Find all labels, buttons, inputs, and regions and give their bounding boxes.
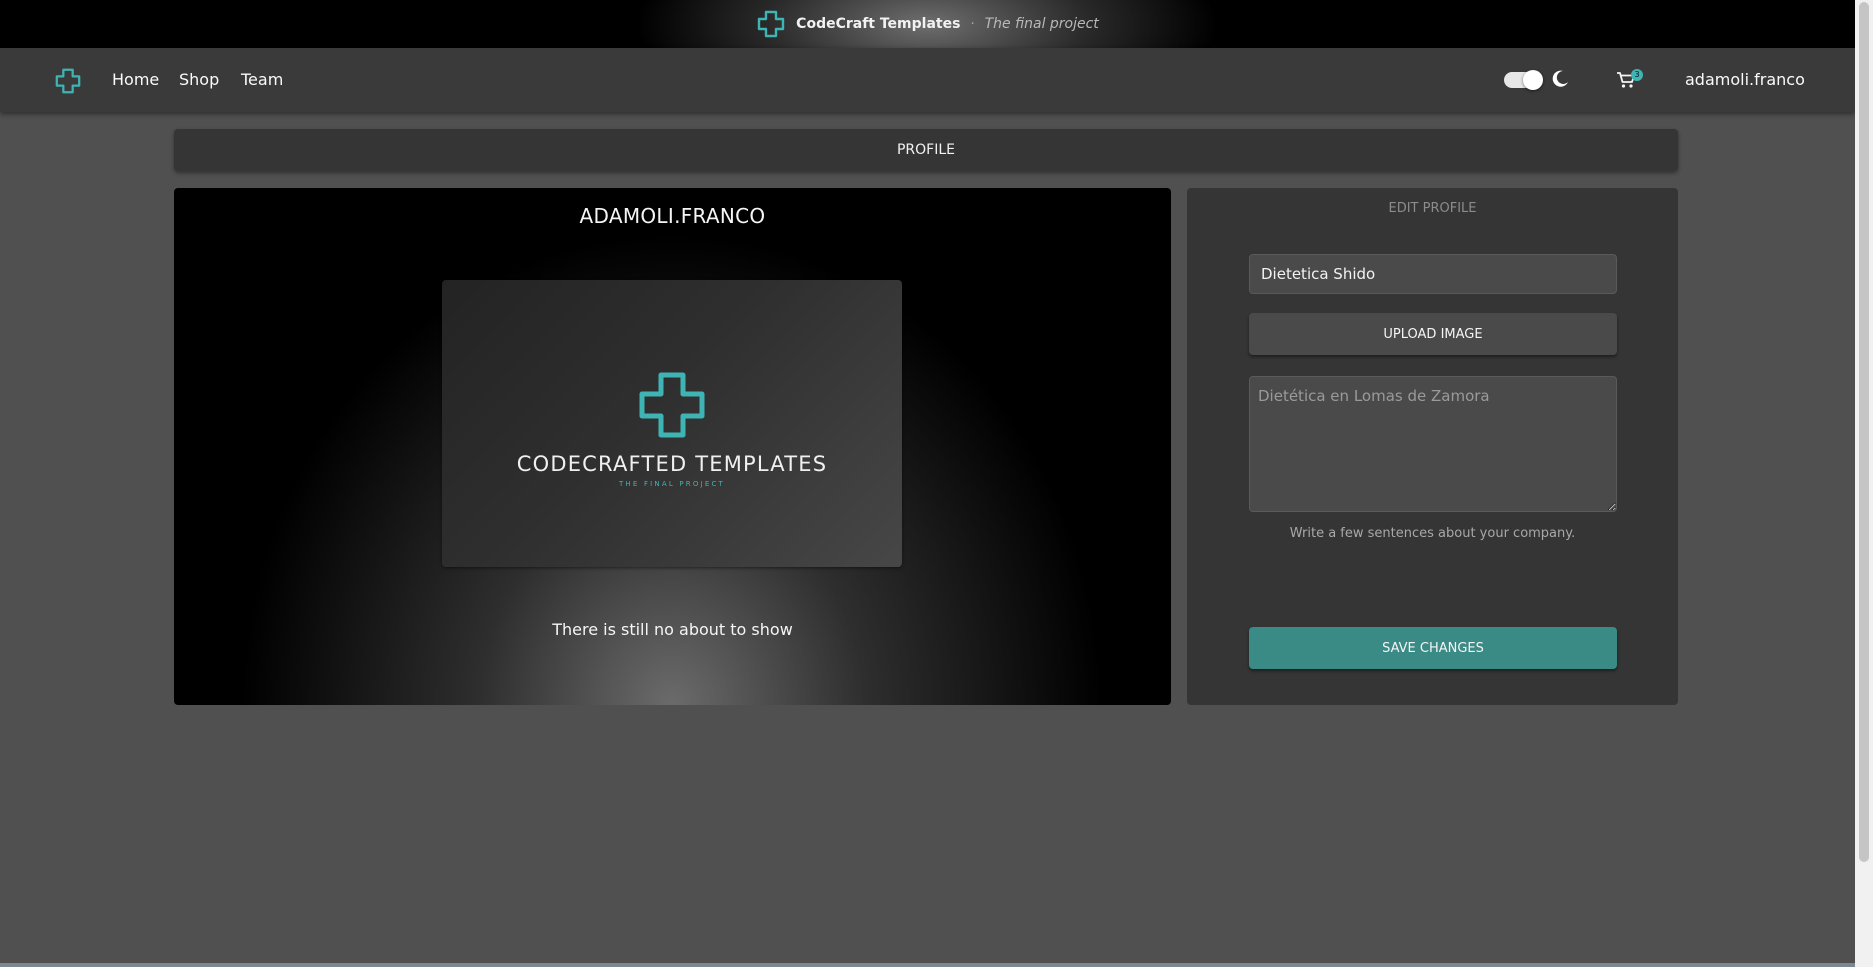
about-textarea[interactable] (1249, 376, 1617, 512)
bottom-divider (0, 963, 1855, 967)
save-changes-button[interactable]: SAVE CHANGES (1249, 627, 1617, 669)
about-helper-text: Write a few sentences about your company… (1289, 526, 1576, 541)
banner-title: CodeCraft Templates (796, 16, 961, 32)
theme-toggle-knob (1523, 70, 1543, 90)
page-scrollbar[interactable] (1855, 0, 1873, 967)
profile-header-title: PROFILE (896, 142, 956, 158)
nav-logo-icon[interactable] (54, 67, 82, 99)
edit-profile-title: EDIT PROFILE (1388, 201, 1477, 216)
about-text: There is still no about to show (552, 620, 793, 639)
banner-separator: · (970, 16, 975, 32)
profile-header: PROFILE (174, 129, 1678, 171)
scrollbar-thumb[interactable] (1859, 2, 1869, 862)
moon-icon (1550, 69, 1570, 93)
banner-subtitle: The final project (984, 16, 1099, 32)
profile-image: CODECRAFTED TEMPLATES THE FINAL PROJECT (442, 280, 902, 567)
user-menu[interactable]: adamoli.franco (1685, 70, 1805, 89)
profile-name: ADAMOLI.FRANCO (579, 204, 766, 228)
nav-link-shop[interactable]: Shop (179, 70, 219, 89)
profile-card: ADAMOLI.FRANCO CODECRAFTED TEMPLATES THE… (174, 188, 1171, 705)
cart-count-badge: 3 (1631, 69, 1643, 81)
nav-link-team[interactable]: Team (241, 70, 283, 89)
edit-profile-card: EDIT PROFILE UPLOAD IMAGE Write a few se… (1187, 188, 1678, 705)
top-banner: CodeCraft Templates · The final project (0, 0, 1855, 48)
company-name-input[interactable] (1249, 254, 1617, 294)
brand-name: CODECRAFTED TEMPLATES (516, 452, 828, 476)
brand-cross-logo-icon (637, 370, 707, 444)
navbar: Home Shop Team 3 adamoli.franco (0, 48, 1855, 112)
upload-image-button[interactable]: UPLOAD IMAGE (1249, 313, 1617, 355)
brand-tagline: THE FINAL PROJECT (618, 480, 726, 488)
nav-link-home[interactable]: Home (112, 70, 159, 89)
cross-logo-icon (756, 9, 786, 39)
theme-toggle[interactable] (1504, 70, 1543, 90)
